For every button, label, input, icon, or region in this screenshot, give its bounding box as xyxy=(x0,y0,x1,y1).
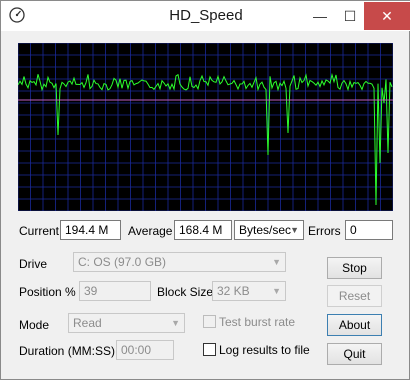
about-button[interactable]: About xyxy=(327,314,382,336)
average-value-field: 168.4 M xyxy=(174,220,232,240)
chevron-down-icon: ▼ xyxy=(272,286,281,296)
errors-value-field: 0 xyxy=(345,220,393,240)
units-select[interactable]: Bytes/sec ▼ xyxy=(234,220,304,240)
chevron-down-icon: ▼ xyxy=(272,257,281,267)
title-bar[interactable]: HD_Speed — ☐ ✕ xyxy=(1,1,411,31)
current-value-field: 194.4 M xyxy=(60,220,121,240)
current-label: Current xyxy=(19,224,60,238)
drive-label: Drive xyxy=(19,257,48,271)
maximize-button[interactable]: ☐ xyxy=(333,2,367,30)
position-label: Position % xyxy=(19,285,76,299)
mode-value: Read xyxy=(73,316,102,330)
average-label: Average xyxy=(128,224,173,238)
log-results-label: Log results to file xyxy=(219,343,310,357)
reset-button[interactable]: Reset xyxy=(327,285,382,307)
mode-select[interactable]: Read ▼ xyxy=(68,313,185,333)
block-size-label: Block Size xyxy=(157,285,214,299)
log-results-checkbox[interactable] xyxy=(203,343,216,356)
speed-graph xyxy=(18,43,393,211)
test-burst-label: Test burst rate xyxy=(219,315,296,329)
mode-label: Mode xyxy=(19,318,50,332)
position-field[interactable]: 39 xyxy=(79,281,151,301)
minimize-button[interactable]: — xyxy=(303,2,337,30)
chevron-down-icon: ▼ xyxy=(171,318,180,328)
chevron-down-icon: ▼ xyxy=(290,225,299,235)
stop-button[interactable]: Stop xyxy=(327,257,382,279)
close-button[interactable]: ✕ xyxy=(364,2,410,30)
duration-label: Duration (MM:SS) xyxy=(19,344,116,358)
duration-field[interactable]: 00:00 xyxy=(116,340,174,360)
block-size-value: 32 KB xyxy=(217,284,250,298)
drive-select[interactable]: C: OS (97.0 GB) ▼ xyxy=(73,252,286,272)
errors-label: Errors xyxy=(308,224,341,238)
graph-speed-line xyxy=(18,72,393,206)
units-value: Bytes/sec xyxy=(239,223,292,237)
test-burst-checkbox[interactable] xyxy=(203,315,216,328)
hd-speed-window: HD_Speed — ☐ ✕ Current 194.4 M Average 1… xyxy=(0,0,411,380)
block-size-select[interactable]: 32 KB ▼ xyxy=(212,281,286,301)
quit-button[interactable]: Quit xyxy=(327,343,382,365)
drive-value: C: OS (97.0 GB) xyxy=(78,255,167,269)
